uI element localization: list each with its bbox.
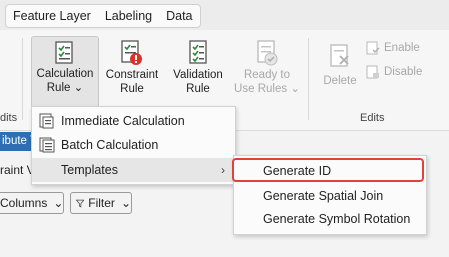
validation-rule-label-2: Rule	[186, 83, 210, 95]
ready-to-use-rules-button[interactable]: Ready to Use Rules ⌄	[234, 36, 300, 96]
validation-rule-label-1: Validation	[173, 69, 223, 81]
calculation-rule-button[interactable]: Calculation Rule ⌄	[31, 36, 99, 108]
calculation-rule-label-1: Calculation	[36, 68, 94, 80]
enable-button[interactable]: Enable	[366, 41, 420, 55]
immediate-calculation-icon	[39, 113, 54, 129]
constraint-rule-button[interactable]: Constraint Rule	[104, 36, 160, 96]
panel-tabs-fragment: raint V	[0, 163, 35, 177]
delete-rule-icon	[330, 44, 349, 67]
tab-labeling[interactable]: Labeling	[98, 5, 159, 27]
constraint-rule-icon	[121, 40, 142, 65]
ribbon-tab-bar: Feature Layer Labeling Data	[0, 0, 449, 30]
disable-button[interactable]: Disable	[366, 65, 422, 79]
batch-calculation-icon	[39, 137, 55, 153]
disable-icon	[366, 65, 379, 79]
chevron-down-icon: ⌄	[290, 83, 300, 95]
calculation-rule-label-2: Rule ⌄	[46, 82, 84, 94]
submenu-item-generate-symbol-rotation[interactable]: Generate Symbol Rotation	[263, 211, 410, 227]
menu-item-label: Batch Calculation	[61, 138, 159, 152]
menu-item-immediate-calculation[interactable]: Immediate Calculation	[32, 109, 235, 133]
group-label-edits-left: dits	[0, 112, 18, 124]
contextual-tab-group: Feature Layer Labeling Data	[5, 4, 201, 28]
chevron-right-icon: ›	[221, 163, 225, 177]
filter-label: Filter	[88, 196, 115, 210]
chevron-down-icon: ⌄	[53, 196, 64, 210]
filter-icon	[76, 199, 85, 208]
calculation-rule-menu: Immediate Calculation Batch Calculation …	[31, 106, 236, 185]
constraint-rule-label-2: Rule	[120, 83, 144, 95]
constraint-rule-label-1: Constraint	[105, 69, 159, 81]
menu-item-templates[interactable]: Templates ›	[32, 158, 235, 182]
menu-item-label: Immediate Calculation	[61, 114, 185, 128]
delete-label: Delete	[323, 75, 357, 87]
chevron-down-icon: ⌄	[73, 82, 84, 94]
group-separator	[308, 38, 309, 120]
columns-label: Columns	[0, 196, 48, 210]
ready-to-use-label-2: Use Rules ⌄	[234, 83, 300, 95]
enable-label: Enable	[384, 42, 420, 54]
ready-to-use-label-1: Ready to	[243, 69, 291, 81]
tab-feature-layer[interactable]: Feature Layer	[6, 5, 98, 27]
tab-data[interactable]: Data	[159, 5, 199, 27]
validation-rule-button[interactable]: Validation Rule	[168, 36, 228, 96]
disable-label: Disable	[384, 66, 423, 78]
menu-item-batch-calculation[interactable]: Batch Calculation	[32, 133, 235, 157]
group-label-edits: Edits	[360, 112, 385, 124]
highlight-box	[232, 158, 424, 182]
columns-dropdown[interactable]: Columns ⌄	[0, 192, 64, 214]
delete-button[interactable]: Delete	[318, 40, 362, 88]
submenu-item-generate-spatial-join[interactable]: Generate Spatial Join	[263, 188, 383, 204]
validation-rule-icon	[189, 40, 207, 64]
ready-to-use-rules-icon	[257, 40, 278, 66]
filter-dropdown[interactable]: Filter ⌄	[70, 192, 132, 214]
calculation-rule-icon	[55, 41, 73, 64]
enable-icon	[366, 41, 380, 55]
menu-item-label: Templates	[61, 163, 118, 177]
group-separator	[22, 38, 23, 120]
chevron-down-icon: ⌄	[120, 196, 131, 210]
